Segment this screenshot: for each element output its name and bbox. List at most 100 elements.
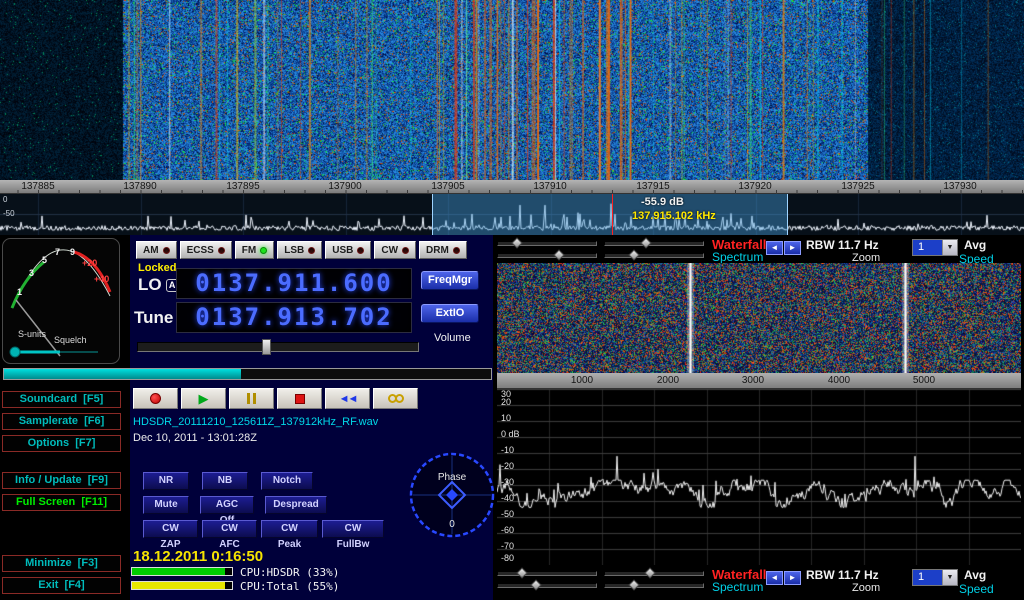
- shift-left-button[interactable]: ◄: [766, 241, 783, 255]
- cw-peak-button[interactable]: CW Peak: [261, 520, 318, 538]
- volume-slider-thumb[interactable]: [262, 339, 271, 355]
- db-readout: -55.9 dB: [641, 196, 684, 208]
- freq-label: 137890: [123, 181, 156, 192]
- slider-thumb[interactable]: [644, 567, 655, 578]
- options-button[interactable]: Options [F7]: [2, 435, 121, 452]
- agc-off-button[interactable]: AGC Off: [200, 496, 254, 514]
- shift-left-button[interactable]: ◄: [766, 571, 783, 585]
- zoom-waterfall-scale[interactable]: 1000 2000 3000 4000 5000: [497, 373, 1021, 389]
- loop-button[interactable]: [373, 388, 418, 409]
- brightness-slider[interactable]: [497, 241, 597, 246]
- rewind-icon: ◄◄: [339, 393, 357, 405]
- notch-button[interactable]: Notch: [261, 472, 313, 490]
- cw-zap-button[interactable]: CW ZAP: [143, 520, 198, 538]
- audio-spectrum-canvas[interactable]: [497, 389, 1021, 565]
- play-button[interactable]: ▶: [181, 388, 226, 409]
- db-axis-label: -50: [501, 510, 514, 519]
- dsp-row-1: NR NB Notch: [143, 472, 313, 490]
- avg-dropdown[interactable]: 1 ▼: [912, 239, 958, 256]
- freq-label: 137925: [841, 181, 874, 192]
- lo-frequency-display[interactable]: 0137.911.600: [176, 268, 412, 299]
- main-waterfall[interactable]: [0, 0, 1024, 180]
- avg-label: Avg: [964, 568, 986, 582]
- zoom-slider[interactable]: [604, 583, 704, 588]
- cw-afc-button[interactable]: CW AFC: [202, 520, 257, 538]
- stop-icon: [295, 394, 305, 404]
- squelch-knob[interactable]: [10, 347, 20, 357]
- rf-scale-label: 2000: [657, 375, 679, 386]
- audio-display-controls-bottom: Waterfall Spectrum ◄ ► RBW 11.7 Hz Zoom …: [0, 567, 1024, 597]
- zoom-waterfall[interactable]: [497, 263, 1021, 373]
- slider-thumb[interactable]: [553, 249, 564, 260]
- avg-dropdown[interactable]: 1 ▼: [912, 569, 958, 586]
- rbw-label: RBW 11.7 Hz: [806, 238, 879, 252]
- s-units-label: S-units: [18, 329, 47, 339]
- audio-spectrum[interactable]: 30 20 10 0 dB -10 -20 -30 -40 -50 -60 -7…: [497, 389, 1021, 565]
- nr-button[interactable]: NR: [143, 472, 189, 490]
- rf-scale-label: 4000: [828, 375, 850, 386]
- slider-thumb[interactable]: [641, 237, 652, 248]
- cw-fullbw-button[interactable]: CW FullBw: [322, 520, 384, 538]
- mute-button[interactable]: Mute: [143, 496, 189, 514]
- info-update-button[interactable]: Info / Update [F9]: [2, 472, 121, 489]
- brightness-slider[interactable]: [497, 571, 597, 576]
- volume-slider[interactable]: [137, 342, 419, 352]
- avg-dropdown-value: 1: [913, 570, 942, 585]
- phase-value: 0: [449, 519, 455, 530]
- spectrum-y-label: -50: [3, 209, 15, 218]
- tune-marker-line: [612, 194, 613, 235]
- soundcard-button[interactable]: Soundcard [F5]: [2, 391, 121, 408]
- despread-button[interactable]: Despread: [265, 496, 327, 514]
- shift-right-button[interactable]: ►: [784, 571, 801, 585]
- tune-label: Tune: [134, 308, 173, 328]
- pause-button[interactable]: [229, 388, 274, 409]
- meter-tick-label: 3: [29, 268, 34, 278]
- freq-label: 137920: [738, 181, 771, 192]
- slider-thumb[interactable]: [628, 249, 639, 260]
- spectrum-mode-label[interactable]: Spectrum: [712, 580, 763, 594]
- date-time-display: 18.12.2011 0:16:50: [133, 548, 263, 565]
- db-axis-label: -20: [501, 462, 514, 471]
- freq-label: 137905: [431, 181, 464, 192]
- pause-icon: [247, 393, 250, 404]
- dropdown-arrow-icon[interactable]: ▼: [942, 570, 957, 585]
- speed-label: Speed: [959, 582, 994, 596]
- zoom-slider[interactable]: [604, 253, 704, 258]
- play-icon: ▶: [199, 392, 209, 405]
- spectrum-y-label: 0: [3, 195, 7, 204]
- rbw-label: RBW 11.7 Hz: [806, 568, 879, 582]
- range-slider[interactable]: [497, 253, 597, 258]
- phase-indicator: Phase 0: [406, 449, 498, 541]
- slider-thumb[interactable]: [511, 237, 522, 248]
- spectrum-mode-label[interactable]: Spectrum: [712, 250, 763, 264]
- tune-frequency-display[interactable]: 0137.913.702: [176, 302, 412, 333]
- main-spectrum[interactable]: 0 -50 -55.9 dB 137.915.102 kHz: [0, 194, 1024, 235]
- contrast-slider[interactable]: [604, 241, 704, 246]
- db-axis-label: 10: [501, 414, 511, 423]
- record-button[interactable]: [133, 388, 178, 409]
- wav-file-date: Dec 10, 2011 - 13:01:28Z: [133, 432, 257, 444]
- lo-label: LOA: [138, 275, 179, 295]
- db-axis-label: -80: [501, 554, 514, 563]
- samplerate-button[interactable]: Samplerate [F6]: [2, 413, 121, 430]
- nb-button[interactable]: NB: [202, 472, 248, 490]
- extio-button[interactable]: ExtIO: [421, 304, 479, 323]
- db-axis-label: -70: [501, 542, 514, 551]
- squelch-slider[interactable]: [3, 368, 492, 380]
- slider-thumb[interactable]: [628, 579, 639, 590]
- contrast-slider[interactable]: [604, 571, 704, 576]
- record-icon: [150, 393, 161, 404]
- zoom-selection-region[interactable]: [432, 194, 788, 235]
- range-slider[interactable]: [497, 583, 597, 588]
- rewind-button[interactable]: ◄◄: [325, 388, 370, 409]
- frequency-scale[interactable]: 137885 137890 137895 137900 137905 13791…: [0, 180, 1024, 194]
- freq-label: 137895: [226, 181, 259, 192]
- slider-thumb[interactable]: [531, 579, 542, 590]
- slider-thumb[interactable]: [516, 567, 527, 578]
- freqmgr-button[interactable]: FreqMgr: [421, 271, 479, 290]
- freq-label: 137930: [943, 181, 976, 192]
- shift-right-button[interactable]: ►: [784, 241, 801, 255]
- fullscreen-button[interactable]: Full Screen [F11]: [2, 494, 121, 511]
- dropdown-arrow-icon[interactable]: ▼: [942, 240, 957, 255]
- stop-button[interactable]: [277, 388, 322, 409]
